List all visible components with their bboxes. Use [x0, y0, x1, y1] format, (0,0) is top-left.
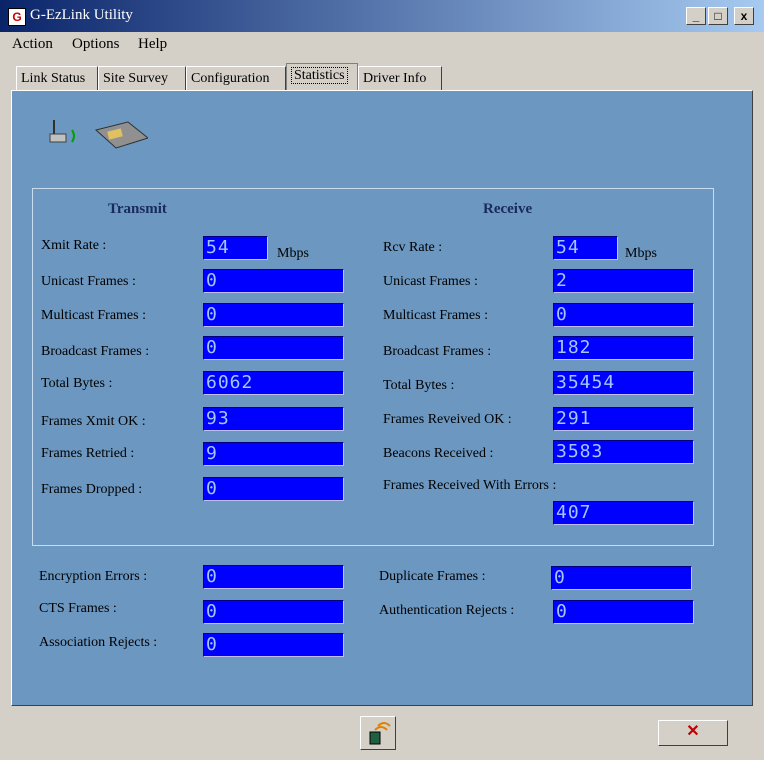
network-device-icon	[49, 120, 148, 149]
receive-heading: Receive	[483, 201, 533, 217]
authentication-rejects-display: 0	[553, 600, 694, 624]
rx-unicast-frames-display: 2	[553, 269, 694, 293]
rx-unicast-frames-label: Unicast Frames :	[383, 274, 478, 289]
tab-statistics[interactable]: Statistics	[286, 63, 358, 90]
app-logo-icon: G	[8, 8, 26, 26]
menu-help[interactable]: Help	[138, 36, 167, 53]
duplicate-frames-display: 0	[551, 566, 692, 590]
cancel-button[interactable]: ✕	[658, 720, 728, 746]
beacons-received-display: 3583	[553, 440, 694, 464]
xmit-rate-label: Xmit Rate :	[41, 238, 107, 253]
statistics-panel: Transmit Receive Xmit Rate : 54 Mbps Uni…	[11, 90, 753, 706]
tab-link-status[interactable]: Link Status	[16, 66, 98, 90]
frames-received-ok-display: 291	[553, 407, 694, 431]
tx-unicast-frames-display: 0	[203, 269, 344, 293]
minimize-button[interactable]: _	[686, 7, 706, 25]
rx-total-bytes-label: Total Bytes :	[383, 378, 455, 393]
menu-action[interactable]: Action	[12, 36, 53, 53]
rcv-rate-label: Rcv Rate :	[383, 240, 443, 255]
beacons-received-label: Beacons Received :	[383, 446, 494, 461]
tab-driver-info[interactable]: Driver Info	[358, 66, 442, 90]
rx-multicast-frames-display: 0	[553, 303, 694, 327]
menu-bar: Action Options Help	[0, 32, 764, 56]
maximize-button[interactable]: □	[708, 7, 728, 25]
window-title: G-EzLink Utility	[30, 7, 133, 23]
authentication-rejects-label: Authentication Rejects :	[379, 603, 515, 618]
transmit-heading: Transmit	[108, 201, 167, 217]
frames-dropped-label: Frames Dropped :	[41, 482, 143, 497]
tx-total-bytes-label: Total Bytes :	[41, 376, 113, 391]
frames-xmit-ok-label: Frames Xmit OK :	[41, 414, 146, 429]
tab-configuration[interactable]: Configuration	[186, 66, 286, 90]
rx-multicast-frames-label: Multicast Frames :	[383, 308, 488, 323]
frames-retried-display: 9	[203, 442, 344, 466]
signal-card-icon	[369, 722, 391, 745]
cts-frames-display: 0	[203, 600, 344, 624]
rx-broadcast-frames-display: 182	[553, 336, 694, 360]
xmit-rate-unit: Mbps	[277, 246, 309, 261]
tx-unicast-frames-label: Unicast Frames :	[41, 274, 136, 289]
frames-received-ok-label: Frames Reveived OK :	[383, 412, 512, 427]
close-window-button[interactable]: x	[734, 7, 754, 25]
frames-retried-label: Frames Retried :	[41, 446, 135, 461]
tx-broadcast-frames-label: Broadcast Frames :	[41, 344, 150, 359]
tab-site-survey[interactable]: Site Survey	[98, 66, 186, 90]
association-rejects-display: 0	[203, 633, 344, 657]
rx-total-bytes-display: 35454	[553, 371, 694, 395]
tx-multicast-frames-display: 0	[203, 303, 344, 327]
rcv-rate-display: 54	[553, 236, 618, 260]
duplicate-frames-label: Duplicate Frames :	[379, 569, 486, 584]
frames-xmit-ok-display: 93	[203, 407, 344, 431]
menu-options[interactable]: Options	[72, 36, 120, 53]
association-rejects-label: Association Rejects :	[39, 635, 158, 650]
tx-broadcast-frames-display: 0	[203, 336, 344, 360]
cts-frames-label: CTS Frames :	[39, 601, 117, 616]
rcv-rate-unit: Mbps	[625, 246, 657, 261]
encryption-errors-display: 0	[203, 565, 344, 589]
tx-multicast-frames-label: Multicast Frames :	[41, 308, 146, 323]
xmit-rate-display: 54	[203, 236, 268, 260]
connect-button[interactable]	[360, 716, 396, 750]
tx-total-bytes-display: 6062	[203, 371, 344, 395]
frames-dropped-display: 0	[203, 477, 344, 501]
title-bar[interactable]: G G-EzLink Utility _ □ x	[0, 0, 764, 32]
encryption-errors-label: Encryption Errors :	[39, 569, 148, 584]
frames-received-errors-label: Frames Received With Errors :	[383, 478, 557, 493]
frames-received-errors-display: 407	[553, 501, 694, 525]
rx-broadcast-frames-label: Broadcast Frames :	[383, 344, 492, 359]
